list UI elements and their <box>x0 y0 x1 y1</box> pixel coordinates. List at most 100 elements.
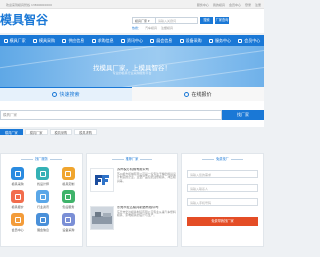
contact-name-field[interactable]: 请输入联系人 <box>187 184 258 192</box>
find-factory-big-button[interactable]: 找厂家 <box>222 110 264 120</box>
company-info: 苏州模方机械有限公司 苏州模方机械有限公司是一家专注于精密模具设计制造的企业，主… <box>117 168 176 202</box>
service-label: 找设计师 <box>36 182 49 186</box>
nav-label: 展会信息 <box>156 37 173 43</box>
top-link-service[interactable]: 服务中心 <box>197 3 209 7</box>
service-icon-glyph <box>14 216 21 223</box>
service-item[interactable]: 会员中心 <box>5 213 30 232</box>
service-grid: 模具采购 找设计师 模具定制模具报价 行业资讯 售后服务会员中心 展会信息 设备采购 <box>5 167 81 232</box>
box-icon <box>62 38 67 43</box>
search-tabs: 快速搜索 在线报价 <box>0 87 264 101</box>
nav-label: 模具采购 <box>38 37 55 43</box>
service-item[interactable]: 模具定制 <box>56 167 81 186</box>
service-icon <box>11 190 25 203</box>
card-title: 找厂服务 <box>1 154 82 164</box>
service-item[interactable]: 设备采购 <box>56 213 81 232</box>
service-icon-glyph <box>65 216 72 223</box>
lightning-icon <box>52 92 58 97</box>
company-item[interactable]: 苏州模方机械有限公司 苏州模方机械有限公司是一家专注于精密模具设计制造的企业，主… <box>90 168 176 202</box>
news-icon <box>120 38 125 43</box>
factory-search-input[interactable]: 模具厂家 <box>0 110 222 120</box>
nav-label: 设备采购 <box>185 37 202 43</box>
search-button[interactable]: 搜索 <box>200 17 213 24</box>
recommended-factories-card: 推荐厂家 苏州模方机械有限公司 苏州模方机械有限公司是一家专注于精密模具设计制造… <box>86 153 178 247</box>
chip-factory-active[interactable]: 模具厂家 <box>0 129 23 135</box>
hot-keywords: 热搜： 汽车模具 注塑模具 <box>132 26 173 30</box>
service-item[interactable]: 售后服务 <box>56 190 81 209</box>
nav-item-supply[interactable]: 供应信息 <box>59 35 88 46</box>
submit-find-factory-button[interactable]: 免费帮我找厂家 <box>187 217 258 226</box>
service-icon-glyph <box>65 193 72 200</box>
hero-subtitle: 专业的模具行业采购服务平台 <box>112 71 152 75</box>
phone-field[interactable]: 请输入手机号码 <box>187 198 258 206</box>
nav-item-demand[interactable]: 求购信息 <box>88 35 117 46</box>
company-logo <box>90 168 114 192</box>
chip-purchase[interactable]: 模具采购 <box>49 129 73 135</box>
service-icon <box>61 167 75 180</box>
top-link-member[interactable]: 会员中心 <box>229 3 241 7</box>
nav-item-service[interactable]: 服务中心 <box>205 35 234 46</box>
service-item[interactable]: 找设计师 <box>30 167 55 186</box>
service-icon <box>61 190 75 203</box>
page: 欢迎来到模具智谷 13800000000 服务中心 我的模具 会员中心 登录 注… <box>0 0 264 257</box>
hot-keyword[interactable]: 汽车模具 <box>145 26 157 30</box>
quote-icon <box>184 91 190 97</box>
nav-item-purchase[interactable]: 模具采购 <box>29 35 58 46</box>
tool-icon <box>179 38 184 43</box>
nav-item-member[interactable]: 会员中心 <box>235 35 264 46</box>
service-label: 模具定制 <box>62 182 75 186</box>
chip-demand[interactable]: 模具求购 <box>74 129 97 135</box>
company-item[interactable]: 东莞市宏达模具制造有限公司 东莞市宏达模具制造有限公司专业从事汽车塑料模具、家电… <box>90 206 176 240</box>
tab-online-quote[interactable]: 在线报价 <box>132 87 264 101</box>
service-item[interactable]: 展会信息 <box>30 213 55 232</box>
company-info: 东莞市宏达模具制造有限公司 东莞市宏达模具制造有限公司专业从事汽车塑料模具、家电… <box>117 206 176 240</box>
find-factory-button[interactable]: 厂家查询 <box>215 17 229 24</box>
company-desc: 东莞市宏达模具制造有限公司专业从事汽车塑料模具、家电模具的设计与生产。 <box>117 209 176 218</box>
top-link-login[interactable]: 登录 <box>245 3 251 7</box>
service-item[interactable]: 模具采购 <box>5 167 30 186</box>
service-icon-glyph <box>39 193 46 200</box>
card-title: 推荐厂家 <box>87 154 177 164</box>
header-search-input[interactable]: 请输入关键词 <box>156 17 198 24</box>
nav-item-expo[interactable]: 展会信息 <box>147 35 176 46</box>
nav-item-news[interactable]: 资讯中心 <box>117 35 146 46</box>
list-icon <box>91 38 96 43</box>
hotline-text: 13800000000 <box>30 3 52 7</box>
nav-label: 资讯中心 <box>126 37 143 43</box>
category-select[interactable]: 模具厂家 ▾ <box>132 17 156 24</box>
service-icon-glyph <box>39 216 46 223</box>
header: 模具智谷 模具厂家 ▾ 请输入关键词 搜索 厂家查询 热搜： 汽车模具 注塑模具 <box>0 9 264 33</box>
service-icon <box>11 213 25 226</box>
requirement-field[interactable]: 请输入您的需求 <box>187 170 258 178</box>
nav-item-equipment[interactable]: 设备采购 <box>176 35 205 46</box>
service-icon <box>36 190 50 203</box>
search-category-chips: 模具厂家 模具厂家 模具采购 模具求购 <box>0 129 264 137</box>
service-icon-glyph <box>14 193 21 200</box>
user-icon <box>238 38 243 43</box>
top-bar-links: 服务中心 我的模具 会员中心 登录 注册 <box>197 3 261 7</box>
top-link-my-mold[interactable]: 我的模具 <box>213 3 225 7</box>
tab-label: 快速搜索 <box>59 92 80 98</box>
service-card: 找厂服务 模具采购 找设计师 模具定制模具报价 行业资讯 售后服务会员中心 展会信息 设备采… <box>0 153 83 247</box>
top-link-register[interactable]: 注册 <box>255 3 261 7</box>
service-label: 模具报价 <box>11 205 24 209</box>
nav-item-factory[interactable]: 模具厂家 <box>0 35 29 46</box>
service-label: 展会信息 <box>36 228 49 232</box>
hot-keyword[interactable]: 注塑模具 <box>161 26 173 30</box>
tab-label: 在线报价 <box>191 91 212 98</box>
service-item[interactable]: 模具报价 <box>5 190 30 209</box>
service-label: 售后服务 <box>62 205 75 209</box>
tab-quick-search[interactable]: 快速搜索 <box>0 87 132 101</box>
hero-banner: 找模具厂家，上模具智谷！ 专业的模具行业采购服务平台 <box>0 46 264 87</box>
top-bar: 欢迎来到模具智谷 13800000000 服务中心 我的模具 会员中心 登录 注… <box>0 0 264 9</box>
service-label: 会员中心 <box>11 228 24 232</box>
factory-icon <box>3 38 8 43</box>
service-icon <box>208 38 213 43</box>
service-icon <box>36 213 50 226</box>
chip-factory[interactable]: 模具厂家 <box>24 129 48 135</box>
nav-label: 模具厂家 <box>9 37 26 43</box>
service-item[interactable]: 行业资讯 <box>30 190 55 209</box>
top-bar-welcome: 欢迎来到模具智谷 13800000000 <box>6 3 52 7</box>
service-label: 模具采购 <box>11 182 24 186</box>
big-search: 模具厂家 找厂家 <box>0 101 264 127</box>
site-logo[interactable]: 模具智谷 <box>0 11 48 28</box>
